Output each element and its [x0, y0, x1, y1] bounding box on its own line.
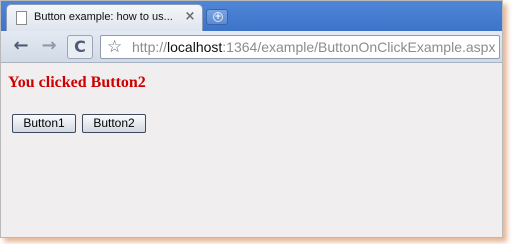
browser-tab[interactable]: Button example: how to us... × [6, 4, 203, 31]
tab-title: Button example: how to us... [34, 11, 173, 23]
page-icon [16, 11, 27, 25]
bookmark-star-icon[interactable]: ☆ [107, 37, 125, 57]
new-tab-button[interactable]: + [206, 9, 228, 25]
button1[interactable]: Button1 [12, 114, 76, 133]
forward-button[interactable]: → [37, 35, 61, 59]
browser-window: Button example: how to us... × + ← → C ☆… [0, 0, 503, 238]
page-content: You clicked Button2 Button1 Button2 [1, 64, 502, 237]
reload-button[interactable]: C [67, 35, 93, 59]
url-scheme: http:// [132, 39, 168, 55]
url-host: localhost [167, 39, 223, 55]
address-bar[interactable]: ☆ http://localhost:1364/example/ButtonOn… [100, 35, 500, 59]
button2[interactable]: Button2 [82, 114, 146, 133]
click-message: You clicked Button2 [8, 74, 146, 91]
url-path: :1364/example/ButtonOnClickExample.aspx [222, 39, 496, 55]
url-text[interactable]: http://localhost:1364/example/ButtonOnCl… [132, 39, 495, 55]
back-button[interactable]: ← [9, 35, 33, 59]
tab-strip: Button example: how to us... × + [1, 1, 502, 31]
browser-toolbar: ← → C ☆ http://localhost:1364/example/Bu… [1, 31, 502, 63]
close-icon[interactable]: × [183, 9, 197, 25]
new-tab-icon: + [213, 12, 223, 22]
